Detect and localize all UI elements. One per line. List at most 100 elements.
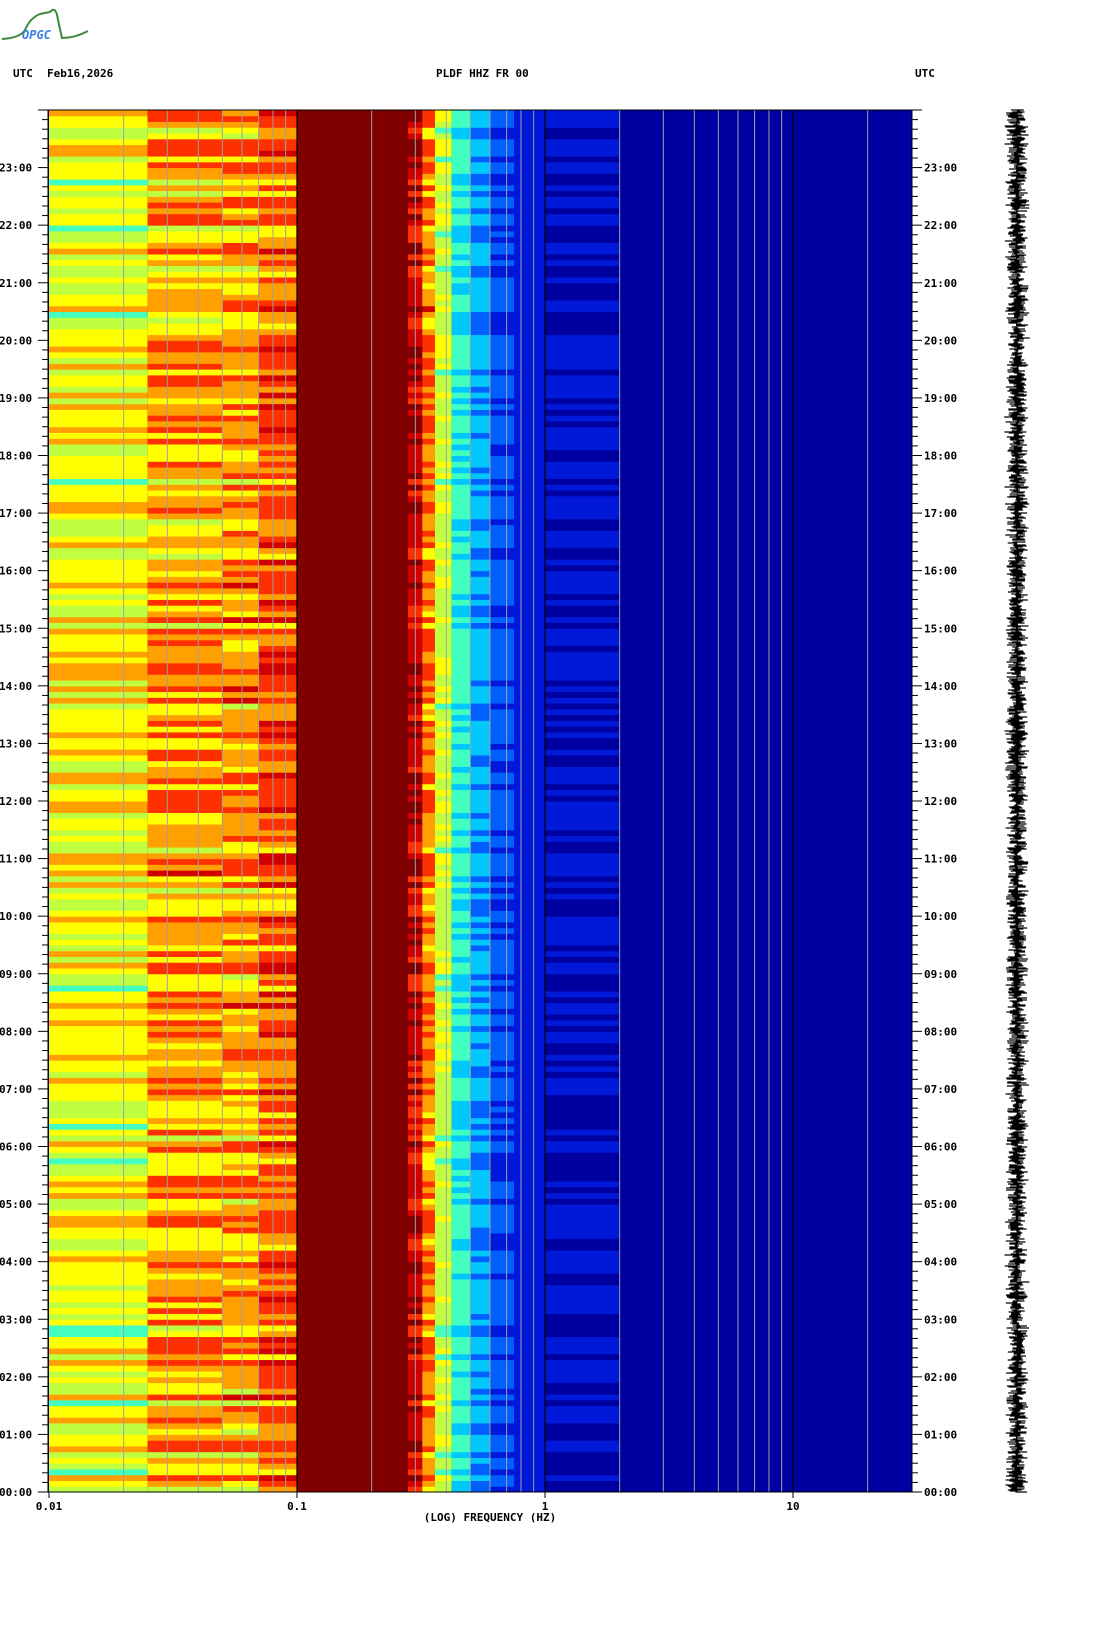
- spectrogram-cell: [222, 1319, 259, 1326]
- spectrogram-cell: [222, 898, 259, 906]
- spectrogram-cell: [422, 829, 435, 837]
- spectrogram-cell: [258, 1065, 297, 1073]
- spectrogram-cell: [147, 363, 223, 370]
- spectrogram-cell: [514, 956, 545, 963]
- spectrogram-cell: [49, 1100, 148, 1107]
- spectrogram-cell: [451, 467, 471, 474]
- spectrogram-cell: [49, 1422, 148, 1430]
- spectrogram-cell: [422, 449, 435, 456]
- spectrogram-cell: [422, 230, 435, 238]
- spectrogram-cell: [489, 760, 515, 767]
- spectrogram-cell: [470, 179, 490, 186]
- spectrogram-cell: [489, 921, 515, 929]
- spectrogram-cell: [545, 1129, 620, 1136]
- spectrogram-cell: [49, 472, 148, 480]
- spectrogram-cell: [434, 317, 452, 324]
- spectrogram-cell: [545, 1255, 620, 1263]
- spectrogram-cell: [514, 1106, 545, 1113]
- spectrogram-cell: [434, 478, 452, 485]
- spectrogram-cell: [147, 1198, 223, 1205]
- spectrogram-cell: [434, 1405, 452, 1412]
- spectrogram-cell: [545, 668, 620, 675]
- spectrogram-cell: [545, 127, 620, 134]
- spectrogram-cell: [147, 1048, 223, 1055]
- spectrogram-cell: [222, 812, 259, 819]
- spectrogram-cell: [258, 1278, 297, 1286]
- spectrogram-cell: [222, 910, 259, 917]
- spectrogram-cell: [434, 443, 452, 451]
- spectrogram-cell: [470, 334, 490, 341]
- spectrogram-cell: [258, 282, 297, 290]
- spectrogram-cell: [545, 397, 620, 405]
- spectrogram-cell: [49, 1428, 148, 1435]
- spectrogram-cell: [49, 1031, 148, 1038]
- spectrogram-cell: [222, 173, 259, 180]
- spectrogram-cell: [49, 1457, 148, 1464]
- spectrogram-cell: [258, 1342, 297, 1349]
- spectrogram-cell: [222, 639, 259, 647]
- spectrogram-cell: [147, 334, 223, 341]
- spectrogram-cell: [147, 1417, 223, 1424]
- spectrogram-cell: [434, 1336, 452, 1343]
- spectrogram-cell: [422, 1181, 435, 1188]
- spectrogram-cell: [49, 1163, 148, 1171]
- spectrogram-cell: [434, 691, 452, 698]
- spectrogram-cell: [514, 1411, 545, 1418]
- spectrogram-cell: [434, 294, 452, 301]
- spectrogram-cell: [514, 967, 545, 975]
- spectrogram-cell: [422, 847, 435, 854]
- spectrogram-cell: [434, 380, 452, 387]
- spectrogram-cell: [258, 1158, 297, 1165]
- spectrogram-cell: [545, 1261, 620, 1268]
- spectrogram-cell: [49, 190, 148, 197]
- spectrogram-cell: [49, 259, 148, 266]
- spectrogram-cell: [545, 110, 620, 117]
- spectrogram-cell: [514, 1261, 545, 1268]
- spectrogram-cell: [470, 1129, 490, 1136]
- spectrogram-cell: [49, 766, 148, 773]
- spectrogram-cell: [222, 887, 259, 894]
- spectrogram-cell: [258, 1111, 297, 1119]
- spectrogram-cell: [222, 1060, 259, 1067]
- spectrogram-cell: [434, 674, 452, 681]
- spectrogram-cell: [489, 242, 515, 249]
- spectrogram-cell: [422, 1134, 435, 1142]
- spectrogram-cell: [545, 346, 620, 353]
- spectrogram-cell: [258, 426, 297, 433]
- spectrogram-cell: [434, 651, 452, 658]
- spectrogram-cell: [451, 1221, 471, 1228]
- spectrogram-cell: [545, 1077, 620, 1084]
- spectrogram-cell: [258, 616, 297, 623]
- spectrogram-cell: [514, 115, 545, 123]
- spectrogram-cell: [451, 1152, 471, 1159]
- spectrogram-cell: [422, 426, 435, 433]
- spectrogram-cell: [49, 1267, 148, 1274]
- spectrogram-cell: [470, 1353, 490, 1361]
- spectrogram-cell: [451, 1365, 471, 1372]
- spectrogram-cell: [470, 726, 490, 733]
- spectrogram-cell: [258, 432, 297, 439]
- spectrogram-cell: [147, 1255, 223, 1263]
- y-tick-label-right: 16:00: [924, 565, 957, 578]
- spectrogram-cell: [451, 1071, 471, 1078]
- spectrogram-cell: [514, 991, 545, 998]
- spectrogram-cell: [434, 754, 452, 762]
- spectrogram-cell: [514, 1025, 545, 1032]
- spectrogram-cell: [514, 369, 545, 376]
- spectrogram-cell: [451, 847, 471, 854]
- spectrogram-cell: [514, 1301, 545, 1309]
- spectrogram-cell: [470, 1106, 490, 1113]
- spectrogram-cell: [451, 1371, 471, 1378]
- spectrogram-cell: [258, 150, 297, 157]
- spectrogram-cell: [434, 708, 452, 716]
- spectrogram-cell: [49, 242, 148, 249]
- spectrogram-cell: [470, 1451, 490, 1458]
- spectrogram-cell: [470, 564, 490, 572]
- spectrogram-cell: [147, 196, 223, 203]
- spectrogram-cell: [147, 743, 223, 750]
- spectrogram-cell: [434, 1002, 452, 1009]
- spectrogram-cell: [49, 213, 148, 220]
- spectrogram-cell: [422, 219, 435, 226]
- spectrogram-cell: [49, 1238, 148, 1245]
- spectrogram-cell: [514, 950, 545, 957]
